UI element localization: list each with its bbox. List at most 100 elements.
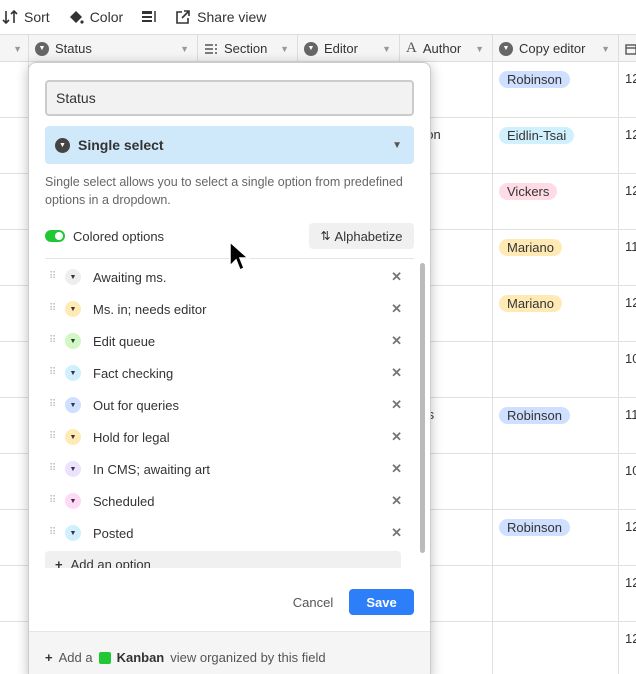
chevron-down-icon[interactable]: ▼ xyxy=(601,44,610,54)
cell-copy-editor[interactable]: Robinson xyxy=(493,510,619,566)
save-button[interactable]: Save xyxy=(349,589,414,615)
cell-date[interactable]: 12 xyxy=(619,118,636,174)
drag-handle-icon[interactable]: ⠿ xyxy=(49,368,57,378)
field-name-input[interactable] xyxy=(45,80,414,116)
drag-handle-icon[interactable]: ⠿ xyxy=(49,272,57,282)
cancel-button[interactable]: Cancel xyxy=(284,589,342,615)
add-option-button[interactable]: + Add an option xyxy=(45,551,401,568)
kanban-suggestion[interactable]: + Add a Kanban view organized by this fi… xyxy=(29,631,430,674)
remove-option-icon[interactable]: ✕ xyxy=(391,493,402,509)
cell-empty[interactable] xyxy=(0,286,29,342)
chevron-down-icon[interactable]: ▼ xyxy=(180,44,189,54)
drag-handle-icon[interactable]: ⠿ xyxy=(49,464,57,474)
drag-handle-icon[interactable]: ⠿ xyxy=(49,304,57,314)
cell-empty[interactable] xyxy=(0,62,29,118)
cell-copy-editor[interactable] xyxy=(493,566,619,622)
cell-date[interactable]: 12 xyxy=(619,174,636,230)
remove-option-icon[interactable]: ✕ xyxy=(391,333,402,349)
remove-option-icon[interactable]: ✕ xyxy=(391,397,402,413)
option-color-chip[interactable]: ▼ xyxy=(65,269,81,285)
cell-copy-editor[interactable]: Eidlin-Tsai xyxy=(493,118,619,174)
option-row[interactable]: ⠿ ▼ Ms. in; needs editor ✕ xyxy=(45,293,414,325)
cell-copy-editor[interactable]: Mariano xyxy=(493,286,619,342)
chevron-down-icon[interactable]: ▼ xyxy=(280,44,289,54)
cell-empty[interactable] xyxy=(0,510,29,566)
cell-copy-editor[interactable] xyxy=(493,342,619,398)
column-header-section[interactable]: Section ▼ xyxy=(198,35,298,62)
remove-option-icon[interactable]: ✕ xyxy=(391,365,402,381)
sort-button[interactable]: Sort xyxy=(2,0,50,34)
drag-handle-icon[interactable]: ⠿ xyxy=(49,496,57,506)
column-header-status[interactable]: ▼ Status ▼ xyxy=(29,35,198,62)
cell-date[interactable]: 11 xyxy=(619,398,636,454)
option-row[interactable]: ⠿ ▼ In CMS; awaiting art ✕ xyxy=(45,453,414,485)
option-row[interactable]: ⠿ ▼ Scheduled ✕ xyxy=(45,485,414,517)
remove-option-icon[interactable]: ✕ xyxy=(391,461,402,477)
option-color-chip[interactable]: ▼ xyxy=(65,525,81,541)
option-color-chip[interactable]: ▼ xyxy=(65,397,81,413)
option-row[interactable]: ⠿ ▼ Posted ✕ xyxy=(45,517,414,549)
drag-handle-icon[interactable]: ⠿ xyxy=(49,432,57,442)
cell-date[interactable]: 11 xyxy=(619,230,636,286)
drag-handle-icon[interactable]: ⠿ xyxy=(49,400,57,410)
options-scrollbar[interactable] xyxy=(420,263,425,553)
option-row[interactable]: ⠿ ▼ Hold for legal ✕ xyxy=(45,421,414,453)
row-height-button[interactable] xyxy=(141,0,157,34)
option-label[interactable]: Out for queries xyxy=(93,398,179,413)
drag-handle-icon[interactable]: ⠿ xyxy=(49,528,57,538)
option-label[interactable]: In CMS; awaiting art xyxy=(93,462,210,477)
option-row[interactable]: ⠿ ▼ Fact checking ✕ xyxy=(45,357,414,389)
cell-empty[interactable] xyxy=(0,118,29,174)
option-color-chip[interactable]: ▼ xyxy=(65,461,81,477)
option-row[interactable]: ⠿ ▼ Edit queue ✕ xyxy=(45,325,414,357)
cell-copy-editor[interactable]: Vickers xyxy=(493,174,619,230)
cell-empty[interactable] xyxy=(0,342,29,398)
remove-option-icon[interactable]: ✕ xyxy=(391,429,402,445)
chevron-down-icon[interactable]: ▼ xyxy=(13,44,22,54)
option-color-chip[interactable]: ▼ xyxy=(65,301,81,317)
cell-empty[interactable] xyxy=(0,174,29,230)
cell-date[interactable]: 10 xyxy=(619,454,636,510)
cell-date[interactable]: 12 xyxy=(619,510,636,566)
cell-date[interactable]: 12 xyxy=(619,62,636,118)
cell-date[interactable]: 12 xyxy=(619,566,636,622)
option-color-chip[interactable]: ▼ xyxy=(65,493,81,509)
cell-copy-editor[interactable]: Mariano xyxy=(493,230,619,286)
option-label[interactable]: Awaiting ms. xyxy=(93,270,166,285)
cell-copy-editor[interactable]: Robinson xyxy=(493,62,619,118)
remove-option-icon[interactable]: ✕ xyxy=(391,525,402,541)
option-row[interactable]: ⠿ ▼ Out for queries ✕ xyxy=(45,389,414,421)
chevron-down-icon[interactable]: ▼ xyxy=(382,44,391,54)
share-view-button[interactable]: Share view xyxy=(175,0,266,34)
option-label[interactable]: Posted xyxy=(93,526,133,541)
cell-date[interactable]: 12 xyxy=(619,622,636,674)
option-color-chip[interactable]: ▼ xyxy=(65,333,81,349)
remove-option-icon[interactable]: ✕ xyxy=(391,269,402,285)
remove-option-icon[interactable]: ✕ xyxy=(391,301,402,317)
chevron-down-icon[interactable]: ▼ xyxy=(475,44,484,54)
cell-empty[interactable] xyxy=(0,398,29,454)
cell-empty[interactable] xyxy=(0,566,29,622)
field-type-select[interactable]: ▼ Single select ▼ xyxy=(45,126,414,164)
cell-date[interactable]: 10 xyxy=(619,342,636,398)
drag-handle-icon[interactable]: ⠿ xyxy=(49,336,57,346)
option-label[interactable]: Ms. in; needs editor xyxy=(93,302,206,317)
cell-copy-editor[interactable]: Robinson xyxy=(493,398,619,454)
cell-copy-editor[interactable] xyxy=(493,454,619,510)
alphabetize-button[interactable]: ⇅ Alphabetize xyxy=(309,223,414,249)
option-label[interactable]: Hold for legal xyxy=(93,430,170,445)
option-label[interactable]: Fact checking xyxy=(93,366,173,381)
column-header-editor[interactable]: ▼ Editor ▼ xyxy=(298,35,400,62)
column-header-copy-editor[interactable]: ▼ Copy editor ▼ xyxy=(493,35,619,62)
cell-date[interactable]: 12 xyxy=(619,286,636,342)
cell-empty[interactable] xyxy=(0,230,29,286)
column-header-author[interactable]: A Author ▼ xyxy=(400,35,493,62)
color-button[interactable]: Color xyxy=(68,0,123,34)
cell-copy-editor[interactable] xyxy=(493,622,619,674)
column-header-previous[interactable]: ▼ xyxy=(0,35,29,62)
option-label[interactable]: Edit queue xyxy=(93,334,155,349)
option-color-chip[interactable]: ▼ xyxy=(65,365,81,381)
column-header-date[interactable] xyxy=(619,35,636,62)
cell-empty[interactable] xyxy=(0,454,29,510)
option-color-chip[interactable]: ▼ xyxy=(65,429,81,445)
